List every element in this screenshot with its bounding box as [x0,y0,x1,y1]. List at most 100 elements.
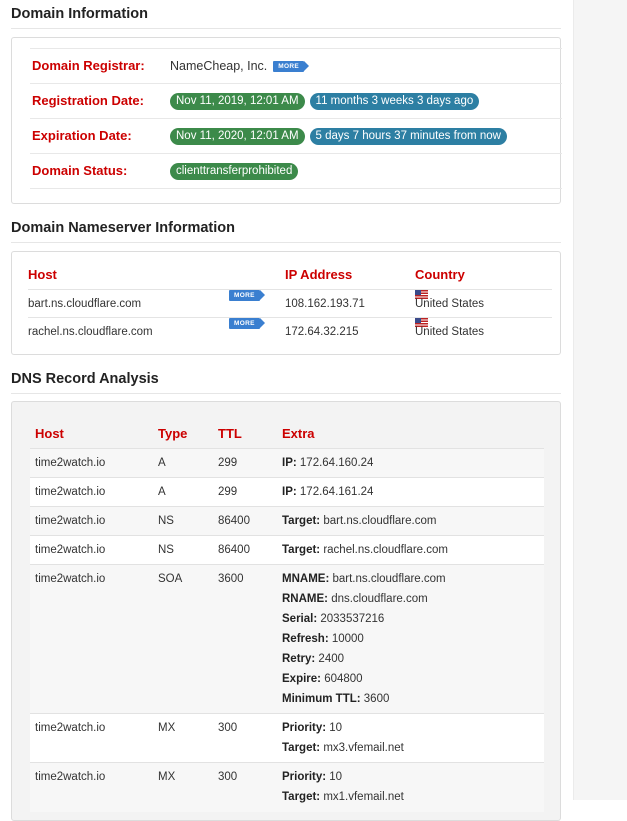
dns-extra-value: 10 [326,771,343,783]
dns-extra-key: Target: [282,742,321,754]
dns-extra-value: bart.ns.cloudflare.com [329,573,446,585]
dns-host: time2watch.io [35,486,106,498]
expiration-from-now-badge: 5 days 7 hours 37 minutes from now [309,127,507,145]
ns-more-button[interactable]: MORE [229,318,265,329]
dns-extra-value: 10000 [328,633,364,645]
dns-extra-key: Target: [282,791,321,803]
dns-type: A [158,457,166,469]
ns-more-button[interactable]: MORE [229,290,265,301]
dns-heading: DNS Record Analysis [11,371,561,394]
ns-country: United States [415,298,485,310]
registrar-value-cell: NameCheap, Inc. MORE [170,49,309,83]
nameserver-heading: Domain Nameserver Information [11,220,561,243]
dns-extra-key: Minimum TTL: [282,693,361,705]
status-badge: clienttransferprohibited [170,162,299,180]
dns-record-row: time2watch.io MX 300 Priority: 10 Target: mx… [30,762,544,812]
registrar-value: NameCheap, Inc. [170,59,268,73]
dns-extra-value: bart.ns.cloudflare.com [320,515,437,527]
dns-extra-key: RNAME: [282,593,328,605]
dns-type: NS [158,544,174,556]
expiration-row: Expiration Date: Nov 11, 2020, 12:01 AM … [30,118,562,153]
ns-host-header: Host [28,267,57,282]
dns-extra: Priority: 10 Target: mx1.vfemail.net [282,767,404,807]
nameserver-panel: Host IP Address Country bart.ns.cloudfla… [11,251,561,355]
dns-extra-key: Refresh: [282,633,329,645]
dns-extra-line: Retry: 2400 [282,649,446,669]
registrar-more-button[interactable]: MORE [273,60,309,72]
dns-extra-key: IP: [282,457,297,469]
right-sidebar [573,0,627,800]
dns-host: time2watch.io [35,573,106,585]
registration-ago-badge: 11 months 3 weeks 3 days ago [309,92,480,110]
nameserver-row: bart.ns.cloudflare.com MORE 108.162.193.… [28,289,552,318]
dns-extra: Priority: 10 Target: mx3.vfemail.net [282,718,404,758]
status-row: Domain Status: clienttransferprohibited [30,153,562,189]
dns-extra-line: Target: mx3.vfemail.net [282,738,404,758]
dns-extra-key: Retry: [282,653,316,665]
dns-extra-value: rachel.ns.cloudflare.com [320,544,448,556]
ns-country-header: Country [415,267,465,282]
dns-extra-line: MNAME: bart.ns.cloudflare.com [282,569,446,589]
dns-extra-header: Extra [282,426,315,441]
dns-extra: Target: bart.ns.cloudflare.com [282,511,436,531]
dns-ttl: 3600 [218,573,244,585]
nameserver-row: rachel.ns.cloudflare.com MORE 172.64.32.… [28,317,552,346]
dns-type-header: Type [158,426,188,441]
dns-extra-value: mx3.vfemail.net [320,742,404,754]
dns-extra-value: 10 [326,722,343,734]
dns-extra-value: 3600 [360,693,390,705]
dns-extra-line: Refresh: 10000 [282,629,446,649]
dns-extra-value: mx1.vfemail.net [320,791,404,803]
expiration-value-cell: Nov 11, 2020, 12:01 AM 5 days 7 hours 37… [170,119,512,153]
dns-record-row: time2watch.io A 299 IP: 172.64.161.24 [30,477,544,507]
dns-extra: MNAME: bart.ns.cloudflare.com RNAME: dns.… [282,569,446,709]
dns-type: SOA [158,573,183,585]
ns-ip-header: IP Address [285,267,353,282]
dns-extra: Target: rachel.ns.cloudflare.com [282,540,448,560]
status-label: Domain Status: [32,163,128,178]
status-value-cell: clienttransferprohibited [170,154,303,188]
dns-extra-line: RNAME: dns.cloudflare.com [282,589,446,609]
dns-host-header: Host [35,426,64,441]
dns-extra-key: Expire: [282,673,321,685]
dns-extra-line: Target: bart.ns.cloudflare.com [282,511,436,531]
dns-host: time2watch.io [35,515,106,527]
dns-ttl-header: TTL [218,426,242,441]
dns-host: time2watch.io [35,722,106,734]
dns-ttl: 299 [218,457,238,469]
ns-ip: 172.64.32.215 [285,326,359,338]
dns-extra-key: IP: [282,486,297,498]
dns-extra-value: 172.64.161.24 [296,486,374,498]
dns-record-row: time2watch.io NS 86400 Target: rachel.ns.cl… [30,535,544,565]
dns-ttl: 300 [218,722,238,734]
domain-information-panel: Domain Registrar: NameCheap, Inc. MORE R… [11,37,562,204]
dns-type: A [158,486,166,498]
main-content: Domain Information Domain Registrar: Nam… [0,0,573,821]
dns-extra-value: 2033537216 [317,613,385,625]
dns-extra-line: Priority: 10 [282,718,404,738]
ns-host: bart.ns.cloudflare.com [28,298,142,310]
dns-type: MX [158,722,176,734]
dns-ttl: 86400 [218,515,250,527]
dns-extra-key: Target: [282,515,321,527]
ns-host: rachel.ns.cloudflare.com [28,326,153,338]
dns-ttl: 300 [218,771,238,783]
expiration-label: Expiration Date: [32,128,132,143]
nameserver-table-header: Host IP Address Country [28,262,552,292]
dns-ttl: 299 [218,486,238,498]
registration-label: Registration Date: [32,93,144,108]
dns-extra-line: IP: 172.64.160.24 [282,453,373,473]
dns-record-row: time2watch.io MX 300 Priority: 10 Target: mx… [30,713,544,763]
dns-extra-line: IP: 172.64.161.24 [282,482,373,502]
expiration-date-badge: Nov 11, 2020, 12:01 AM [170,127,305,145]
dns-record-row: time2watch.io NS 86400 Target: bart.ns.clou… [30,506,544,536]
dns-host: time2watch.io [35,457,106,469]
dns-extra-line: Expire: 604800 [282,669,446,689]
dns-extra-value: 604800 [321,673,363,685]
registration-value-cell: Nov 11, 2019, 12:01 AM 11 months 3 weeks… [170,84,484,118]
ns-country: United States [415,326,485,338]
dns-extra-key: Priority: [282,722,327,734]
dns-ttl: 86400 [218,544,250,556]
dns-extra-key: Priority: [282,771,327,783]
dns-extra-value: 2400 [315,653,345,665]
